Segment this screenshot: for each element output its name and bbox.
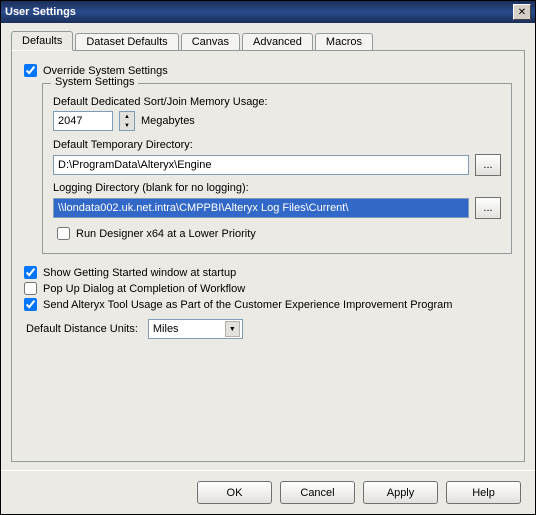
lower-priority-checkbox[interactable] — [57, 227, 70, 240]
memory-usage-label: Default Dedicated Sort/Join Memory Usage… — [53, 96, 501, 108]
show-getting-started-label: Show Getting Started window at startup — [43, 267, 236, 279]
apply-button[interactable]: Apply — [363, 481, 438, 504]
memory-usage-input[interactable] — [53, 111, 113, 131]
distance-units-value: Miles — [153, 323, 225, 335]
system-settings-group: System Settings Default Dedicated Sort/J… — [42, 83, 512, 254]
window: User Settings ✕ Defaults Dataset Default… — [0, 0, 536, 515]
logging-dir-label: Logging Directory (blank for no logging)… — [53, 182, 501, 194]
close-icon[interactable]: ✕ — [513, 4, 531, 20]
send-usage-label: Send Alteryx Tool Usage as Part of the C… — [43, 299, 452, 311]
memory-usage-row: ▲ ▼ Megabytes — [53, 111, 501, 131]
memory-usage-spinner[interactable]: ▲ ▼ — [119, 111, 135, 131]
memory-usage-unit: Megabytes — [141, 115, 195, 127]
send-usage-row[interactable]: Send Alteryx Tool Usage as Part of the C… — [24, 298, 512, 311]
logging-dir-browse-button[interactable]: ... — [475, 197, 501, 219]
popup-completion-row[interactable]: Pop Up Dialog at Completion of Workflow — [24, 282, 512, 295]
override-system-settings-label: Override System Settings — [43, 65, 168, 77]
show-getting-started-checkbox[interactable] — [24, 266, 37, 279]
override-system-settings-checkbox[interactable] — [24, 64, 37, 77]
temp-dir-input[interactable] — [53, 155, 469, 175]
logging-dir-row: ... — [53, 197, 501, 219]
chevron-down-icon[interactable]: ▼ — [225, 321, 240, 337]
temp-dir-label: Default Temporary Directory: — [53, 139, 501, 151]
tab-strip: Defaults Dataset Defaults Canvas Advance… — [11, 31, 525, 51]
distance-units-row: Default Distance Units: Miles ▼ — [26, 319, 512, 339]
distance-units-label: Default Distance Units: — [26, 323, 138, 335]
system-settings-legend: System Settings — [51, 76, 138, 88]
tab-advanced[interactable]: Advanced — [242, 33, 313, 51]
popup-completion-checkbox[interactable] — [24, 282, 37, 295]
temp-dir-browse-button[interactable]: ... — [475, 154, 501, 176]
client-area: Defaults Dataset Defaults Canvas Advance… — [1, 23, 535, 470]
spinner-down-icon[interactable]: ▼ — [120, 121, 134, 130]
help-button[interactable]: Help — [446, 481, 521, 504]
tab-defaults[interactable]: Defaults — [11, 31, 73, 51]
dialog-buttons: OK Cancel Apply Help — [1, 470, 535, 514]
distance-units-dropdown[interactable]: Miles ▼ — [148, 319, 243, 339]
tab-macros[interactable]: Macros — [315, 33, 373, 51]
lower-priority-label: Run Designer x64 at a Lower Priority — [76, 228, 256, 240]
tab-panel-defaults: Override System Settings System Settings… — [11, 50, 525, 462]
titlebar: User Settings ✕ — [1, 1, 535, 23]
tab-dataset-defaults[interactable]: Dataset Defaults — [75, 33, 178, 51]
spinner-up-icon[interactable]: ▲ — [120, 112, 134, 121]
ok-button[interactable]: OK — [197, 481, 272, 504]
logging-dir-input[interactable] — [53, 198, 469, 218]
window-title: User Settings — [5, 6, 513, 18]
tab-canvas[interactable]: Canvas — [181, 33, 240, 51]
cancel-button[interactable]: Cancel — [280, 481, 355, 504]
send-usage-checkbox[interactable] — [24, 298, 37, 311]
temp-dir-row: ... — [53, 154, 501, 176]
popup-completion-label: Pop Up Dialog at Completion of Workflow — [43, 283, 245, 295]
lower-priority-row[interactable]: Run Designer x64 at a Lower Priority — [57, 227, 501, 240]
show-getting-started-row[interactable]: Show Getting Started window at startup — [24, 266, 512, 279]
